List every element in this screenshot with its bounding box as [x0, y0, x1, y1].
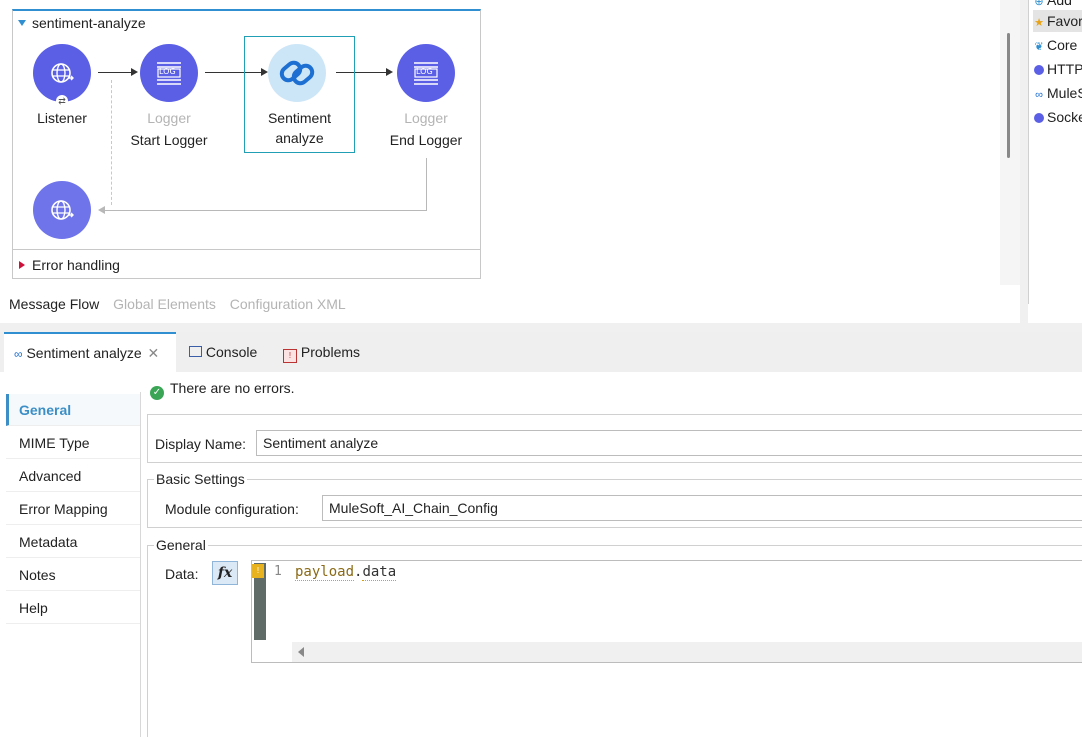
sentiment-analyze-label: Sentiment analyze — [267, 110, 332, 146]
nav-metadata[interactable]: Metadata — [6, 526, 140, 558]
tab-console[interactable]: Console — [189, 332, 257, 372]
panel-splitter[interactable] — [0, 323, 1082, 332]
tab-message-flow[interactable]: Message Flow — [9, 296, 99, 312]
code-property: data — [362, 564, 397, 581]
link-icon — [279, 60, 315, 86]
display-name-input[interactable]: Sentiment analyze — [256, 430, 1082, 456]
canvas-scrollbar[interactable] — [1000, 0, 1022, 285]
nav-help[interactable]: Help — [6, 592, 140, 624]
listener-node[interactable] — [33, 44, 91, 102]
star-icon: ★ — [1034, 17, 1044, 29]
start-logger-type: Logger — [147, 110, 191, 126]
module-configuration-select[interactable]: MuleSoft_AI_Chain_Config — [322, 495, 1082, 521]
start-logger-node[interactable]: LOG — [140, 44, 198, 102]
end-logger-node[interactable]: LOG — [397, 44, 455, 102]
link-icon: ∞ — [14, 347, 23, 361]
end-logger-label: End Logger — [389, 132, 463, 148]
code-object: payload — [295, 564, 355, 581]
editor-horizontal-scrollbar[interactable] — [292, 642, 1082, 662]
basic-settings-title: Basic Settings — [154, 471, 247, 487]
nav-advanced[interactable]: Advanced — [6, 460, 140, 492]
nav-general[interactable]: General — [6, 394, 140, 426]
sync-icon: ⇄ — [56, 95, 68, 107]
tab-sentiment-analyze[interactable]: ∞ Sentiment analyze ✕ — [4, 332, 176, 372]
start-logger-label: Start Logger — [130, 132, 208, 148]
palette-item-mulesoft-ai-chain[interactable]: ∞MuleSoft AI Chain — [1033, 82, 1082, 104]
flow-canvas[interactable]: sentiment-analyze ⇄ Listener LOG Logger … — [0, 0, 1020, 323]
module-configuration-label: Module configuration: — [165, 501, 299, 517]
canvas-scrollbar-thumb[interactable] — [1007, 33, 1010, 158]
scope-divider — [111, 80, 112, 205]
canvas-tabs: Message Flow Global Elements Configurati… — [9, 296, 356, 312]
palette-item-core[interactable]: ❦ Core — [1033, 34, 1082, 56]
console-icon — [189, 346, 202, 357]
link-icon: ∞ — [1035, 89, 1043, 101]
listener-label: Listener — [37, 110, 87, 126]
data-label: Data: — [165, 566, 199, 582]
globe-icon — [51, 63, 74, 83]
tab-global-elements[interactable]: Global Elements — [113, 296, 216, 312]
error-handling-separator — [12, 249, 481, 250]
response-node[interactable] — [33, 181, 91, 239]
sentiment-analyze-node[interactable] — [268, 44, 326, 102]
nav-notes[interactable]: Notes — [6, 559, 140, 591]
expand-icon[interactable] — [19, 261, 25, 269]
log-text: LOG — [159, 67, 176, 76]
properties-nav: General MIME Type Advanced Error Mapping… — [6, 392, 141, 737]
dataweave-editor[interactable]: ! 1 payload.data — [251, 560, 1082, 663]
close-icon[interactable]: ✕ — [148, 345, 160, 361]
http-icon — [1033, 60, 1045, 82]
palette-item-favorites[interactable]: ★Favorites — [1033, 10, 1082, 32]
return-arrow-head — [98, 206, 105, 214]
general-title: General — [154, 537, 208, 553]
line-number: 1 — [274, 564, 282, 579]
return-line — [426, 158, 427, 210]
log-text: LOG — [416, 67, 433, 76]
error-handling-section[interactable]: Error handling — [19, 257, 120, 273]
validation-status: ✓ There are no errors. — [150, 380, 295, 400]
arrow-head — [131, 68, 138, 76]
code-line[interactable]: payload.data — [295, 564, 397, 581]
warning-icon: ! — [252, 564, 264, 578]
tab-configuration-xml[interactable]: Configuration XML — [230, 296, 346, 312]
globe-icon — [51, 200, 74, 220]
core-icon: ❦ — [1034, 41, 1044, 53]
arrow-head — [386, 68, 393, 76]
flow-title[interactable]: sentiment-analyze — [18, 15, 146, 31]
problems-icon: ! — [283, 349, 297, 363]
collapse-icon[interactable] — [18, 20, 26, 26]
palette-item-http[interactable]: HTTP — [1033, 58, 1082, 80]
palette-splitter[interactable] — [1020, 0, 1028, 323]
display-name-label: Display Name: — [155, 436, 247, 452]
tab-problems[interactable]: ! Problems — [283, 332, 360, 372]
return-line — [102, 210, 427, 211]
mule-palette: ⊕Add ★Favorites ❦Core HTTP ∞MuleSoft AI … — [1028, 0, 1082, 304]
nav-error-mapping[interactable]: Error Mapping — [6, 493, 140, 525]
properties-tab-bar: ∞ Sentiment analyze ✕ Console ! Problems — [0, 332, 1082, 372]
palette-item-sockets[interactable]: Sockets — [1033, 106, 1082, 128]
sockets-icon — [1033, 108, 1045, 130]
connector-line — [98, 72, 133, 73]
end-logger-type: Logger — [404, 110, 448, 126]
check-icon: ✓ — [150, 386, 164, 400]
fx-toggle-button[interactable]: fx — [212, 561, 238, 585]
nav-mime-type[interactable]: MIME Type — [6, 427, 140, 459]
scroll-left-icon[interactable] — [298, 647, 304, 657]
